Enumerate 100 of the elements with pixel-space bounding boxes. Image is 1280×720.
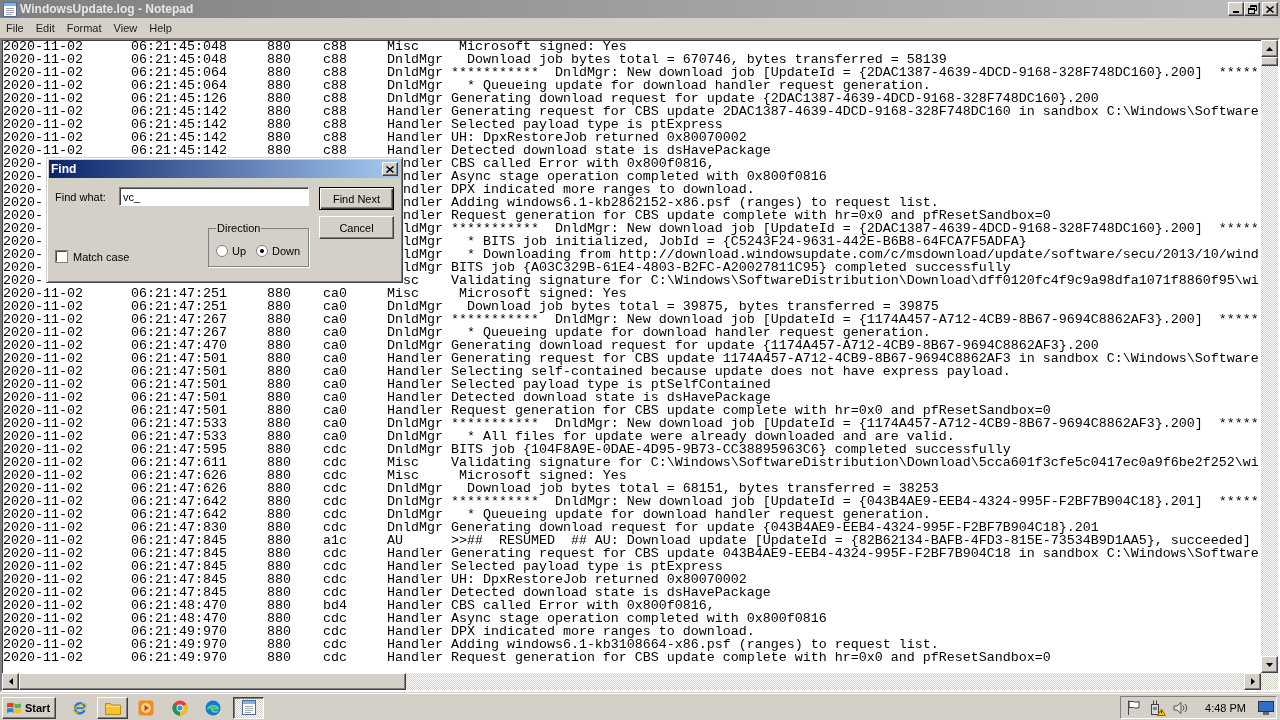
- speaker-icon[interactable]: [1173, 700, 1190, 715]
- menu-item[interactable]: View: [107, 20, 144, 36]
- log-line-fragment: ldMgr * BITS job initialized, JobId = {C5243F24-9631-442E-B6B8-64FCA7F5ADFA}: [402, 234, 1027, 249]
- close-icon: [386, 165, 394, 173]
- menu-item[interactable]: Help: [143, 20, 178, 36]
- menu-item[interactable]: Format: [60, 20, 108, 36]
- log-line: 2020-11-02 06:21:47:533 880 ca0 DnldMgr * All files for update were already downloaded and are valid.: [3, 430, 955, 443]
- down-triangle-icon: [1266, 662, 1273, 667]
- log-line-fragment: 2020-: [3, 169, 43, 184]
- window-title: WindowsUpdate.log - Notepad: [20, 2, 194, 16]
- log-line: 2020-11-02 06:21:45:142 880 c88 Handler Selected payload type is ptExpress: [3, 118, 723, 131]
- log-line: 2020-11-02 06:21:48:470 880 bd4 Handler CBS called Error with 0x800f0816,: [3, 599, 715, 612]
- logo-flag-icon: [6, 700, 22, 715]
- log-line: 2020-11-02 06:21:47:845 880 cdc Handler Detected download state is dsHavePackage: [3, 586, 771, 599]
- match-case-checkbox[interactable]: Match case: [55, 250, 130, 263]
- menu-item[interactable]: File: [0, 20, 30, 36]
- up-triangle-icon: [1266, 46, 1273, 51]
- monitor-icon[interactable]: [1258, 700, 1274, 715]
- log-line: 2020-11-02 06:21:47:611 880 cdc Misc Validating signature for C:\Windows\SoftwareDistribution\Download\5cca601f3cfe5c0417ec0a9f6be2f252\wi: [3, 456, 1259, 469]
- wave-logo-icon[interactable]: [205, 699, 221, 716]
- log-line: 2020-11-02 06:21:45:048 880 c88 Misc Microsoft signed: Yes: [3, 40, 627, 53]
- log-line: 2020-11-02 06:21:47:267 880 ca0 DnldMgr * Queueing update for download handler request generation.: [3, 326, 931, 339]
- scroll-right-button[interactable]: [1244, 673, 1261, 690]
- log-line-fragment: 2020-: [3, 234, 43, 249]
- log-line-fragment: ndler CBS called Error with 0x800f0816,: [402, 156, 715, 171]
- log-line: 2020-11-02 06:21:47:501 880 ca0 Handler Selecting self-contained because update does not have express payload.: [3, 365, 1011, 378]
- log-line: 2020-11-02 06:21:45:064 880 c88 DnldMgr *********** DnldMgr: New download job [UpdateId = {2DAC1387-4639-4DCD-9168-328F748DC160}.200] *****: [3, 66, 1259, 79]
- e-logo-icon[interactable]: [72, 699, 88, 716]
- log-line: 2020-11-02 06:21:45:142 880 c88 Handler UH: DpxRestoreJob returned 0x80070002: [3, 131, 747, 144]
- play-icon[interactable]: [138, 699, 154, 716]
- notepad-icon: [241, 700, 256, 715]
- log-line-fragment: ldMgr * Downloading from http://download.windowsupdate.com/c/msdownload/update/software/secu/2013/10/wind: [402, 247, 1259, 262]
- log-line: 2020-11-02 06:21:47:626 880 cdc DnldMgr Download job bytes total = 68151, bytes transferred = 38253: [3, 482, 939, 495]
- flag-icon[interactable]: [1127, 700, 1141, 715]
- log-line: 2020-11-02 06:21:47:642 880 cdc DnldMgr *********** DnldMgr: New download job [UpdateId = {043B4AE9-EEB4-4324-995F-F2BF7B904C18}.201] *****: [3, 495, 1259, 508]
- log-line-fragment: ndler Async stage operation completed with 0x800f0816: [402, 169, 827, 184]
- log-line-fragment: 2020-: [3, 273, 43, 288]
- find-what-label: Find what:: [55, 190, 107, 203]
- log-line: 2020-11-02 06:21:47:267 880 ca0 DnldMgr *********** DnldMgr: New download job [UpdateId = {1174A457-A712-4CB9-8B67-9694C8862AF3}.200] *****: [3, 313, 1259, 326]
- log-line: 2020-11-02 06:21:47:533 880 ca0 DnldMgr *********** DnldMgr: New download job [UpdateId = {1174A457-A712-4CB9-8B67-9694C8862AF3}.200] *****: [3, 417, 1259, 430]
- log-line-fragment: 2020-: [3, 156, 43, 171]
- log-line: 2020-11-02 06:21:45:048 880 c88 DnldMgr Download job bytes total = 670746, bytes transferred = 58139: [3, 53, 947, 66]
- scroll-left-button[interactable]: [2, 673, 19, 690]
- clock: 4:48 PM: [1205, 701, 1246, 714]
- log-line: 2020-11-02 06:21:47:845 880 a1c AU >>## RESUMED ## AU: Download update [UpdateId = {82B62134-BAFB-4FD3-815E-73534B9D1AA5}, succeeded]: [3, 534, 1251, 547]
- log-line: 2020-11-02 06:21:47:251 880 ca0 Misc Microsoft signed: Yes: [3, 287, 627, 300]
- log-line: 2020-11-02 06:21:49:970 880 cdc Handler DPX indicated more ranges to download.: [3, 625, 755, 638]
- close-button[interactable]: [382, 162, 398, 176]
- log-line: 2020-11-02 06:21:49:970 880 cdc Handler Request generation for CBS update complete with hr=0x0 and pfResetSandbox=0: [3, 651, 1051, 664]
- find-what-field[interactable]: vc_: [119, 187, 309, 206]
- log-line: 2020-11-02 06:21:47:830 880 cdc DnldMgr Generating download request for update {043B4AE9-EEB4-4324-995F-F2BF7B904C18}.201: [3, 521, 1099, 534]
- log-line: 2020-11-02 06:21:47:470 880 ca0 DnldMgr Generating download request for update {1174A457-A712-4CB9-8B67-9694C8862AF3}.200: [3, 339, 1099, 352]
- dialog-button[interactable]: Find Next: [319, 187, 394, 210]
- log-line: 2020-11-02 06:21:49:970 880 cdc Handler Adding windows6.1-kb3108664-x86.psf (ranges) to request list.: [3, 638, 939, 651]
- minimize-icon: [1232, 10, 1239, 13]
- log-line: 2020-11-02 06:21:47:251 880 ca0 DnldMgr Download job bytes total = 39875, bytes transferred = 39875: [3, 300, 939, 313]
- restore-icon: [1247, 4, 1257, 14]
- log-line: 2020-11-02 06:21:47:642 880 cdc DnldMgr * Queueing update for download handler request generation.: [3, 508, 931, 521]
- wheel-logo-icon[interactable]: [172, 699, 188, 716]
- log-line-fragment: ldMgr *********** DnldMgr: New download job [UpdateId = {2DAC1387-4639-4DCD-9168-328F748DC160}.200] *****: [402, 221, 1259, 236]
- scroll-up-button[interactable]: [1261, 40, 1278, 57]
- log-line: 2020-11-02 06:21:45:142 880 c88 Handler Detected download state is dsHavePackage: [3, 144, 771, 157]
- log-line-fragment: ndler Adding windows6.1-kb2862152-x86.psf (ranges) to request list.: [402, 195, 939, 210]
- log-line: 2020-11-02 06:21:45:142 880 c88 Handler Generating request for CBS update 2DAC1387-4639-4DCD-9168-328F748DC160 in sandbox C:\Windows\Software: [3, 105, 1259, 118]
- log-line-fragment: 2020-: [3, 260, 43, 275]
- radio-option[interactable]: Down: [256, 245, 301, 257]
- notepad-icon: [3, 1, 17, 17]
- network-warning-icon[interactable]: [1150, 699, 1167, 716]
- radio-option[interactable]: Up: [216, 245, 247, 257]
- log-line-fragment: ldMgr BITS job {A03C329B-61E4-4803-B2FC-A20027811C95} completed successfully: [402, 260, 1011, 275]
- log-line-fragment: ndler DPX indicated more ranges to download.: [402, 182, 755, 197]
- scroll-down-button[interactable]: [1261, 656, 1278, 673]
- taskbar-button[interactable]: [233, 696, 264, 719]
- scrollbar-thumb[interactable]: [19, 673, 406, 690]
- log-line: 2020-11-02 06:21:47:501 880 ca0 Handler Selected payload type is ptSelfContained: [3, 378, 771, 391]
- scrollbar-thumb[interactable]: [1261, 57, 1278, 66]
- menu-item[interactable]: Edit: [29, 20, 61, 36]
- folder-icon: [104, 700, 121, 715]
- quick-launch-button[interactable]: [97, 696, 128, 719]
- log-line: 2020-11-02 06:21:47:845 880 cdc Handler Selected payload type is ptExpress: [3, 560, 723, 573]
- log-line: 2020-11-02 06:21:45:064 880 c88 DnldMgr * Queueing update for download handler request generation.: [3, 79, 931, 92]
- log-line-fragment: 2020-: [3, 221, 43, 236]
- log-line-fragment: 2020-: [3, 247, 43, 262]
- group-label: Direction: [216, 222, 262, 234]
- log-line: 2020-11-02 06:21:47:501 880 ca0 Handler Detected download state is dsHavePackage: [3, 391, 771, 404]
- close-icon: [1266, 5, 1274, 13]
- left-triangle-icon: [8, 678, 13, 685]
- start-button[interactable]: Start: [2, 696, 56, 719]
- scrollbar-corner: [1261, 673, 1278, 690]
- log-line-fragment: 2020-: [3, 195, 43, 210]
- dialog-title: Find: [51, 162, 77, 176]
- log-line: 2020-11-02 06:21:47:845 880 cdc Handler UH: DpxRestoreJob returned 0x80070002: [3, 573, 747, 586]
- dialog-button[interactable]: Cancel: [319, 216, 394, 239]
- log-line-fragment: 2020-: [3, 182, 43, 197]
- log-line-fragment: ndler Request generation for CBS update complete with hr=0x0 and pfResetSandbox=0: [402, 208, 1051, 223]
- log-line: 2020-11-02 06:21:47:626 880 cdc Misc Microsoft signed: Yes: [3, 469, 627, 482]
- log-line-fragment: sc Validating signature for C:\Windows\SoftwareDistribution\Download\dff0120fc4f9c9a98dfa1071f8860f95\wi: [402, 273, 1259, 288]
- log-line: 2020-11-02 06:21:47:845 880 cdc Handler Generating request for CBS update 043B4AE9-EEB4-4324-995F-F2BF7B904C18 in sandbox C:\Windows\Software: [3, 547, 1259, 560]
- log-line: 2020-11-02 06:21:48:470 880 cdc Handler Async stage operation completed with 0x800f0816: [3, 612, 827, 625]
- log-line: 2020-11-02 06:21:47:595 880 cdc DnldMgr BITS job {104F8A9E-0DAE-4D95-9B73-CC38895963C6} completed successfully: [3, 443, 1011, 456]
